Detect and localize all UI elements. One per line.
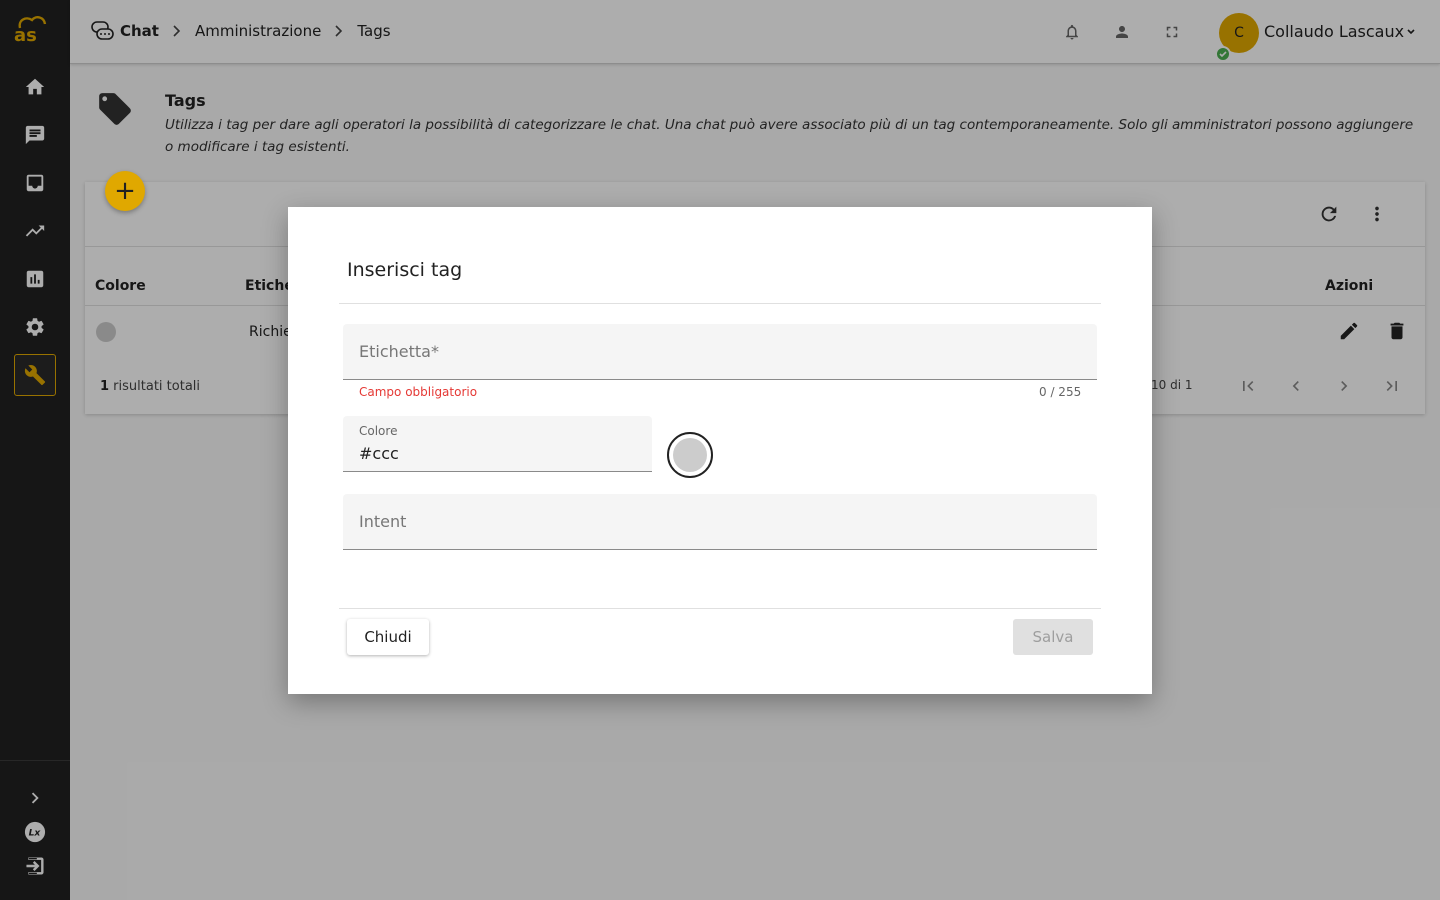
divider <box>339 303 1101 304</box>
intent-field-placeholder: Intent <box>359 512 407 531</box>
color-preview <box>673 438 707 472</box>
intent-field[interactable]: Intent <box>343 494 1097 550</box>
insert-tag-dialog: Inserisci tag Etichetta* Campo obbligato… <box>288 207 1152 694</box>
label-field-placeholder: Etichetta* <box>359 342 439 361</box>
color-field-label: Colore <box>359 424 398 438</box>
add-tag-button[interactable]: + <box>105 171 145 211</box>
save-button[interactable]: Salva <box>1013 619 1093 655</box>
dialog-title: Inserisci tag <box>347 259 463 281</box>
label-field[interactable]: Etichetta* <box>343 324 1097 380</box>
color-picker-button[interactable] <box>667 432 713 478</box>
divider <box>339 608 1101 609</box>
color-field-value: #ccc <box>359 444 399 463</box>
plus-icon: + <box>114 176 136 206</box>
close-button[interactable]: Chiudi <box>347 619 429 655</box>
label-field-counter: 0 / 255 <box>1039 385 1082 399</box>
label-field-error: Campo obbligatorio <box>359 385 478 399</box>
color-field[interactable]: Colore #ccc <box>343 416 652 472</box>
